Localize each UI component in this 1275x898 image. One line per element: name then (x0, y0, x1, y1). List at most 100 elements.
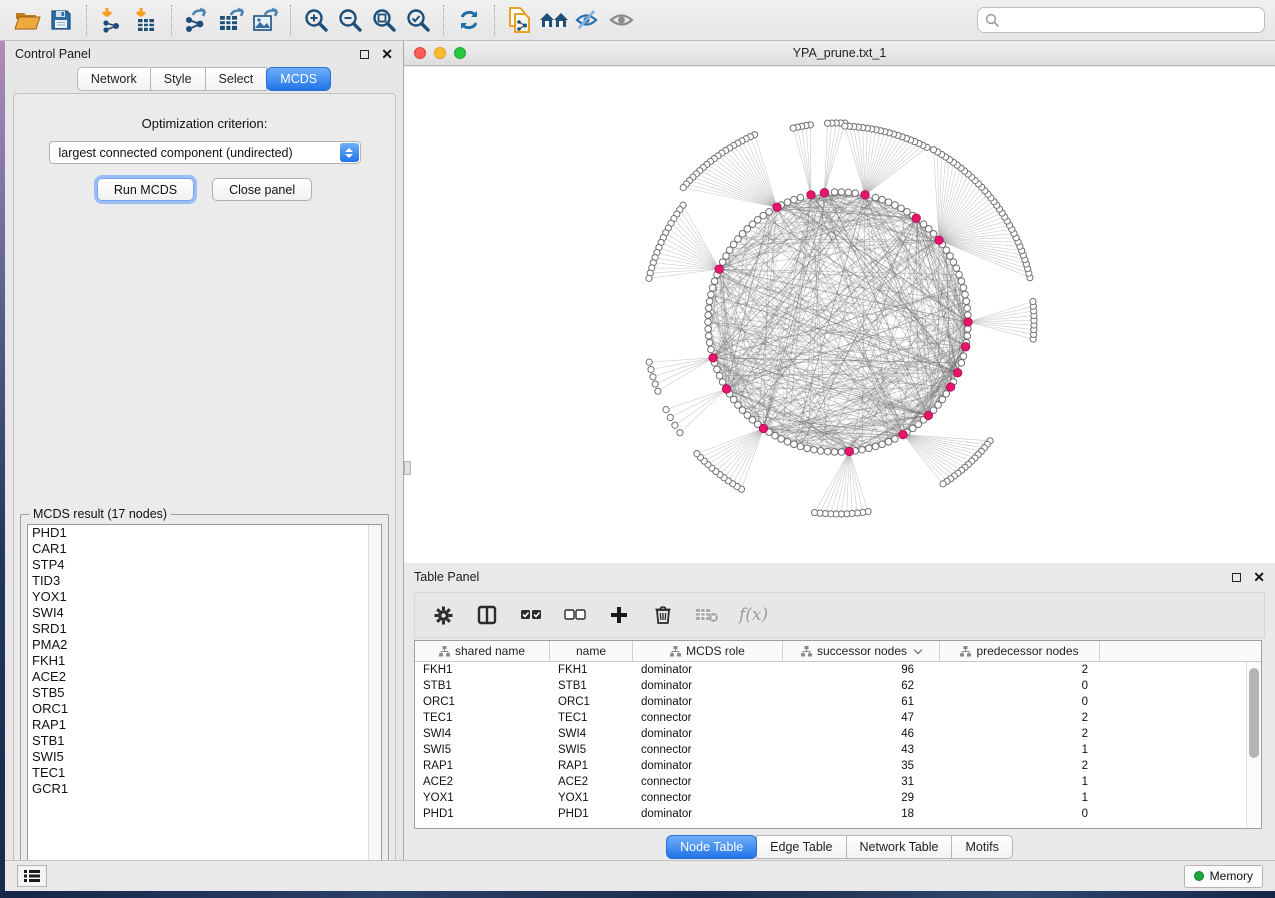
graph-node[interactable] (824, 448, 831, 455)
mcds-result-item[interactable]: SWI4 (28, 605, 381, 621)
mcds-result-item[interactable]: TID3 (28, 573, 381, 589)
mcds-result-item[interactable]: CAR1 (28, 541, 381, 557)
graph-node[interactable] (708, 346, 715, 353)
graph-node[interactable] (956, 271, 963, 278)
tab-node-table[interactable]: Node Table (666, 835, 757, 859)
mcds-result-item[interactable]: GCR1 (28, 781, 381, 797)
table-row[interactable]: RAP1RAP1dominator352 (415, 758, 1261, 774)
graph-node[interactable] (1030, 298, 1036, 304)
import-network-icon[interactable] (95, 3, 129, 37)
graph-node[interactable] (714, 366, 721, 373)
graph-node[interactable] (663, 407, 669, 413)
table-scrollbar-thumb[interactable] (1249, 668, 1259, 758)
mcds-hub-node[interactable] (946, 383, 954, 391)
close-panel-button[interactable]: Close panel (212, 178, 312, 201)
tab-edge-table[interactable]: Edge Table (756, 835, 846, 859)
first-neighbors-icon[interactable] (537, 3, 571, 37)
graph-node[interactable] (705, 333, 712, 340)
graph-node[interactable] (705, 305, 712, 312)
mcds-hub-node[interactable] (961, 343, 969, 351)
mcds-hub-node[interactable] (807, 191, 815, 199)
graph-node[interactable] (797, 443, 804, 450)
export-image-icon[interactable] (248, 3, 282, 37)
graph-node[interactable] (719, 379, 726, 386)
columns-icon[interactable] (475, 603, 499, 627)
graph-node[interactable] (920, 221, 927, 228)
mcds-hub-node[interactable] (709, 354, 717, 362)
delete-table-icon[interactable] (695, 603, 719, 627)
graph-node[interactable] (804, 445, 811, 452)
tab-style[interactable]: Style (150, 67, 206, 91)
column-header-MCDS-role[interactable]: MCDS role (633, 641, 783, 661)
table-row[interactable]: TEC1TEC1connector472 (415, 710, 1261, 726)
graph-node[interactable] (726, 247, 733, 254)
graph-node[interactable] (784, 199, 791, 206)
table-row[interactable]: ACE2ACE2connector311 (415, 774, 1261, 790)
column-header-name[interactable]: name (550, 641, 633, 661)
graph-node[interactable] (930, 147, 936, 153)
graph-node[interactable] (845, 189, 852, 196)
graph-node[interactable] (964, 333, 971, 340)
graph-node[interactable] (963, 298, 970, 305)
graph-node[interactable] (892, 436, 899, 443)
graph-node[interactable] (838, 449, 845, 456)
mcds-hub-node[interactable] (935, 236, 943, 244)
run-mcds-button[interactable]: Run MCDS (97, 178, 194, 201)
gear-icon[interactable] (431, 603, 455, 627)
mcds-result-item[interactable]: SWI5 (28, 749, 381, 765)
graph-node[interactable] (953, 265, 960, 272)
close-table-panel-icon[interactable]: ✕ (1253, 573, 1265, 582)
graph-node[interactable] (943, 391, 950, 398)
graph-node[interactable] (842, 123, 848, 129)
refresh-icon[interactable] (452, 3, 486, 37)
graph-node[interactable] (831, 449, 838, 456)
mcds-hub-node[interactable] (773, 203, 781, 211)
graph-node[interactable] (960, 284, 967, 291)
delete-icon[interactable] (651, 603, 675, 627)
graph-node[interactable] (950, 259, 957, 266)
graph-node[interactable] (958, 360, 965, 367)
function-builder-icon[interactable]: f(x) (739, 603, 768, 627)
task-history-button[interactable] (17, 865, 47, 887)
close-panel-icon[interactable]: ✕ (381, 50, 393, 59)
table-row[interactable]: STB1STB1dominator620 (415, 678, 1261, 694)
graph-node[interactable] (772, 432, 779, 439)
show-all-icon[interactable] (605, 3, 639, 37)
graph-node[interactable] (790, 125, 796, 131)
graph-node[interactable] (898, 205, 905, 212)
mcds-hub-node[interactable] (924, 411, 932, 419)
graph-node[interactable] (964, 305, 971, 312)
mcds-result-item[interactable]: STB1 (28, 733, 381, 749)
graph-node[interactable] (859, 446, 866, 453)
mcds-hub-node[interactable] (953, 369, 961, 377)
mcds-result-item[interactable]: PHD1 (28, 525, 381, 541)
mcds-result-item[interactable]: TEC1 (28, 765, 381, 781)
zoom-in-icon[interactable] (299, 3, 333, 37)
graph-node[interactable] (680, 184, 686, 190)
graph-node[interactable] (716, 372, 723, 379)
search-input[interactable] (977, 7, 1265, 33)
column-header-predecessor-nodes[interactable]: predecessor nodes (940, 641, 1100, 661)
tab-network[interactable]: Network (77, 67, 151, 91)
hide-selected-icon[interactable] (571, 3, 605, 37)
mcds-result-item[interactable]: ORC1 (28, 701, 381, 717)
graph-node[interactable] (667, 414, 673, 420)
graph-node[interactable] (650, 374, 656, 380)
graph-node[interactable] (646, 359, 652, 365)
mcds-result-item[interactable]: STP4 (28, 557, 381, 573)
mcds-hub-node[interactable] (845, 447, 853, 455)
table-row[interactable]: SWI5SWI5connector431 (415, 742, 1261, 758)
graph-node[interactable] (706, 339, 713, 346)
graph-node[interactable] (940, 481, 946, 487)
graph-node[interactable] (791, 441, 798, 448)
mcds-hub-node[interactable] (759, 424, 767, 432)
graph-node[interactable] (778, 436, 785, 443)
graph-node[interactable] (872, 194, 879, 201)
graph-node[interactable] (960, 353, 967, 360)
mcds-result-item[interactable]: ACE2 (28, 669, 381, 685)
graph-node[interactable] (652, 381, 658, 387)
graph-node[interactable] (947, 253, 954, 260)
graph-node[interactable] (705, 319, 712, 326)
tab-network-table[interactable]: Network Table (846, 835, 953, 859)
mcds-result-item[interactable]: STB5 (28, 685, 381, 701)
